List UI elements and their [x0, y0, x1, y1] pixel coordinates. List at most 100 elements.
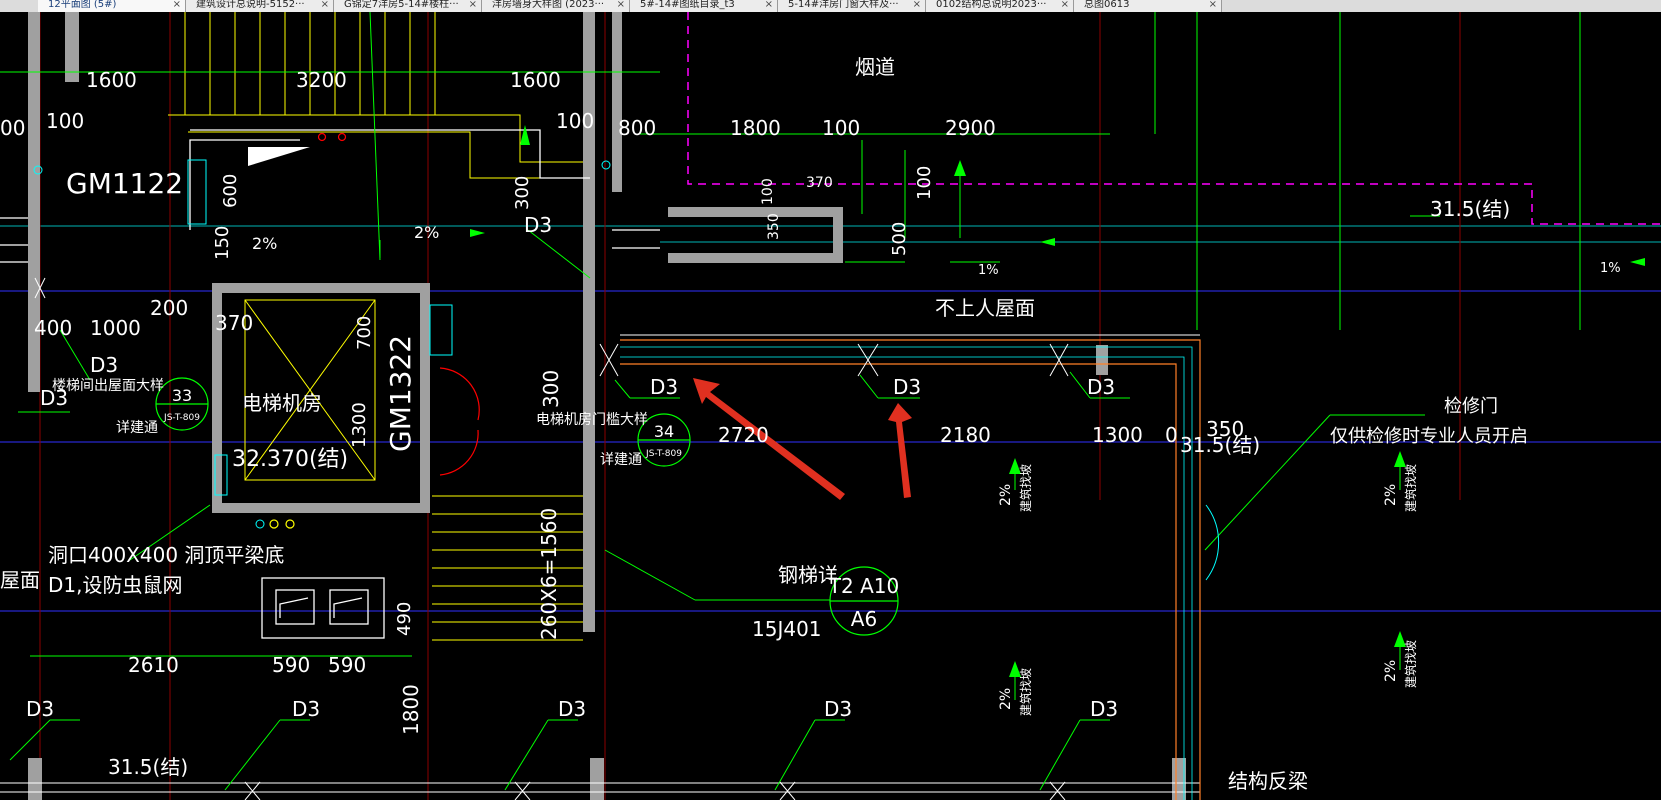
- tab-label: 建筑设计总说明-5152···: [196, 0, 305, 10]
- non-accessible-roof: 不上人屋面: [935, 296, 1035, 320]
- tab-floor-plan[interactable]: 12平面图 (5#) ×: [38, 0, 186, 12]
- ref-809-b: JS-T-809: [645, 449, 682, 459]
- tab-wall-details[interactable]: 洋房墙身大样图 (2023··· ×: [482, 0, 630, 12]
- close-icon[interactable]: ×: [1061, 0, 1069, 10]
- dim-1800-v: 1800: [399, 684, 423, 735]
- slope-1pct-b: 1%: [1600, 261, 1621, 276]
- door-gm1322: GM1322: [384, 335, 417, 452]
- slope-2pct-a: 2%: [252, 234, 277, 253]
- slope-2pct-b: 2%: [414, 223, 439, 242]
- dim-100-c: 100: [822, 116, 860, 140]
- stair-exit-detail: 楼梯间出屋面大样: [52, 378, 164, 394]
- dim-1800-top: 1800: [730, 116, 781, 140]
- d3-f: D3: [1087, 375, 1115, 399]
- close-icon[interactable]: ×: [1209, 0, 1217, 10]
- dim-2180: 2180: [940, 423, 991, 447]
- bubble-34: 34: [654, 422, 674, 441]
- bubble-t2-a10: T2 A10: [828, 574, 899, 598]
- slope-2pct-c: 2%: [998, 484, 1014, 506]
- access-door-note: 仅供检修时专业人员开启: [1330, 426, 1528, 447]
- arch-slope-d: 建筑找坡: [1403, 640, 1418, 688]
- tab-site-plan[interactable]: 总图0613 ×: [1074, 0, 1222, 12]
- elev-32-370: 32.370(结): [232, 447, 348, 472]
- ref-809-a: JS-T-809: [163, 413, 200, 423]
- arch-slope-c: 建筑找坡: [1018, 668, 1033, 716]
- close-icon[interactable]: ×: [321, 0, 329, 10]
- close-icon[interactable]: ×: [173, 0, 181, 10]
- slope-1pct-a: 1%: [978, 263, 999, 278]
- slope-2pct-e: 2%: [998, 688, 1014, 710]
- stair-calc: 260X6=1560: [537, 508, 561, 640]
- tab-drawing-index[interactable]: 5#-14#图纸目录_t3 ×: [630, 0, 778, 12]
- dim-0: 0: [1165, 423, 1178, 447]
- tab-structure-notes[interactable]: 0102结构总说明2023··· ×: [926, 0, 1074, 12]
- dim-300-v2: 300: [539, 370, 563, 408]
- tab-door-window-details[interactable]: 5-14#洋房门窗大样及··· ×: [778, 0, 926, 12]
- see-arch-b: 详建通: [600, 452, 642, 468]
- dim-3200: 3200: [296, 68, 347, 92]
- slope-2pct-f: 2%: [1383, 660, 1399, 682]
- dim-200: 200: [150, 296, 188, 320]
- dim-2610: 2610: [128, 653, 179, 677]
- dim-370-a: 370: [806, 175, 833, 191]
- dim-00: 00: [0, 116, 25, 140]
- elev-31-5-mid: 31.5(结): [1180, 433, 1260, 457]
- d3-h: D3: [292, 697, 320, 721]
- tab-label: 12平面图 (5#): [48, 0, 117, 10]
- dim-1600-a: 1600: [86, 68, 137, 92]
- d3-d: D3: [650, 375, 678, 399]
- dim-100-v1: 100: [760, 178, 776, 205]
- d3-g: D3: [26, 697, 54, 721]
- elev-31-5-bottom: 31.5(结): [108, 755, 188, 779]
- d3-a: D3: [524, 213, 552, 237]
- bubble-33: 33: [172, 386, 192, 405]
- flue-label: 烟道: [855, 55, 895, 79]
- dim-370-b: 370: [215, 311, 253, 335]
- close-icon[interactable]: ×: [765, 0, 773, 10]
- dim-100-a: 100: [46, 109, 84, 133]
- dim-600: 600: [220, 174, 241, 208]
- arch-slope-a: 建筑找坡: [1018, 464, 1033, 512]
- dim-1000: 1000: [90, 316, 141, 340]
- dim-700: 700: [354, 316, 375, 350]
- d3-b: D3: [90, 353, 118, 377]
- tab-label: 总图0613: [1084, 0, 1130, 10]
- tab-column-plan[interactable]: G锦定7洋房5-14#楼柱··· ×: [334, 0, 482, 12]
- tab-label: G锦定7洋房5-14#楼柱···: [344, 0, 459, 10]
- opening-note: 洞口400X400 洞顶平梁底: [48, 543, 284, 567]
- dim-800: 800: [618, 116, 656, 140]
- dim-100-b: 100: [556, 109, 594, 133]
- door-gm1122: GM1122: [66, 167, 183, 200]
- structural-inverted-beam: 结构反梁: [1228, 769, 1308, 793]
- d1-note: D1,设防虫鼠网: [48, 573, 182, 597]
- d3-e: D3: [893, 375, 921, 399]
- tab-label: 5-14#洋房门窗大样及···: [788, 0, 899, 10]
- dim-500: 500: [889, 222, 910, 256]
- d3-k: D3: [1090, 697, 1118, 721]
- dim-1600-b: 1600: [510, 68, 561, 92]
- dim-350: 350: [766, 213, 782, 240]
- see-arch-a: 详建通: [116, 420, 158, 436]
- machine-room-sill-detail: 电梯机房门槛大样: [536, 412, 648, 428]
- dim-590-a: 590: [272, 653, 310, 677]
- document-tab-bar: 12平面图 (5#) × 建筑设计总说明-5152··· × G锦定7洋房5-14#…: [0, 0, 1661, 12]
- d3-j: D3: [824, 697, 852, 721]
- close-icon[interactable]: ×: [469, 0, 477, 10]
- close-icon[interactable]: ×: [913, 0, 921, 10]
- cad-drawing-canvas[interactable]: 1600 3200 1600 00 100 100 800 1800 100 2…: [0, 12, 1661, 800]
- arch-slope-b: 建筑找坡: [1403, 464, 1418, 512]
- tab-design-notes[interactable]: 建筑设计总说明-5152··· ×: [186, 0, 334, 12]
- dim-100-v2: 100: [914, 166, 935, 200]
- tab-label: 0102结构总说明2023···: [936, 0, 1047, 10]
- close-icon[interactable]: ×: [617, 0, 625, 10]
- dim-2900: 2900: [945, 116, 996, 140]
- dim-590-b: 590: [328, 653, 366, 677]
- access-door-label: 检修门: [1444, 396, 1498, 417]
- bubble-a6: A6: [851, 607, 877, 631]
- d3-i: D3: [558, 697, 586, 721]
- dim-300-a: 300: [512, 176, 533, 210]
- elevator-machine-room: 电梯机房: [242, 391, 322, 415]
- elev-31-5-top: 31.5(结): [1430, 197, 1510, 221]
- tab-label: 5#-14#图纸目录_t3: [640, 0, 735, 10]
- dim-1300-h: 1300: [1092, 423, 1143, 447]
